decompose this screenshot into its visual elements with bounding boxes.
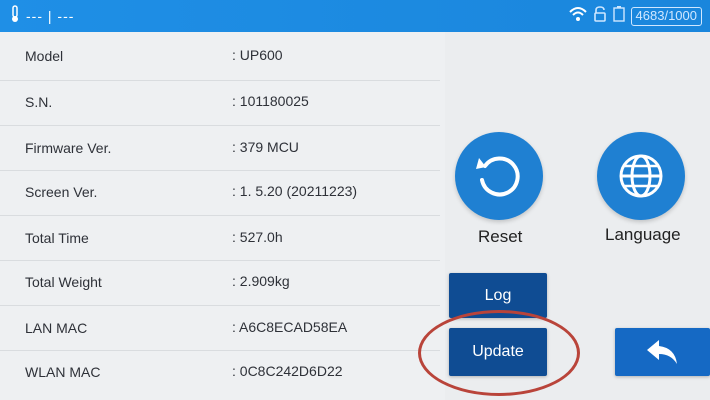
info-label: WLAN MAC (25, 364, 101, 380)
status-placeholder-text: --- | --- (26, 8, 75, 24)
info-row-total-time: Total Time : 527.0h (0, 218, 445, 258)
lock-icon (593, 5, 607, 27)
reset-label: Reset (478, 227, 523, 246)
divider (0, 80, 440, 81)
status-left: --- | --- (10, 4, 75, 28)
info-row-serial: S.N. : 101180025 (0, 82, 445, 122)
info-row-wlan-mac: WLAN MAC : 0C8C242D6D22 (0, 352, 445, 392)
info-value: : UP600 (232, 47, 283, 63)
info-value: : 0C8C242D6D22 (232, 363, 343, 379)
divider (0, 350, 440, 351)
info-row-firmware: Firmware Ver. : 379 MCU (0, 128, 445, 168)
thermometer-icon (10, 4, 20, 28)
back-button[interactable] (615, 328, 710, 376)
wifi-icon (568, 6, 587, 27)
info-value: : 101180025 (232, 93, 309, 109)
divider (0, 215, 440, 216)
device-screen: --- | --- 4683/1000 Model: UP600 S.N.:… (0, 0, 710, 400)
status-bar: --- | --- 4683/1000 (0, 0, 710, 32)
highlight-annotation (418, 310, 580, 396)
info-label: LAN MAC (25, 320, 88, 336)
info-row-model: Model : UP600 (0, 36, 445, 76)
info-label: S.N. (25, 94, 53, 110)
info-row-total-weight: Total Weight : 2.909kg (0, 262, 445, 302)
reset-button[interactable] (455, 132, 543, 220)
info-label: Firmware Ver. (25, 140, 112, 156)
info-value: : 2.909kg (232, 273, 290, 289)
divider (0, 305, 440, 306)
info-label: Screen Ver. (25, 184, 98, 200)
info-value: : 527.0h (232, 229, 283, 245)
language-label: Language (605, 225, 681, 244)
language-button[interactable] (597, 132, 685, 220)
info-value: : 1. 5.20 (20211223) (232, 183, 358, 199)
status-right: 4683/1000 (568, 5, 702, 27)
divider (0, 170, 440, 171)
print-counter: 4683/1000 (630, 6, 702, 26)
divider (0, 125, 440, 126)
info-label: Model (25, 48, 64, 64)
device-info-list: Model : UP600 S.N. : 101180025 Firmware … (0, 32, 445, 400)
info-value: : 379 MCU (232, 139, 299, 155)
info-value: : A6C8ECAD58EA (232, 319, 348, 335)
info-label: Total Time (25, 230, 89, 246)
back-arrow-icon (645, 336, 681, 373)
info-row-screen: Screen Ver. : 1. 5.20 (20211223) (0, 172, 445, 212)
battery-icon (612, 5, 625, 27)
divider (0, 260, 440, 261)
info-label: Total Weight (25, 274, 102, 290)
info-row-lan-mac: LAN MAC : A6C8ECAD58EA (0, 308, 445, 348)
